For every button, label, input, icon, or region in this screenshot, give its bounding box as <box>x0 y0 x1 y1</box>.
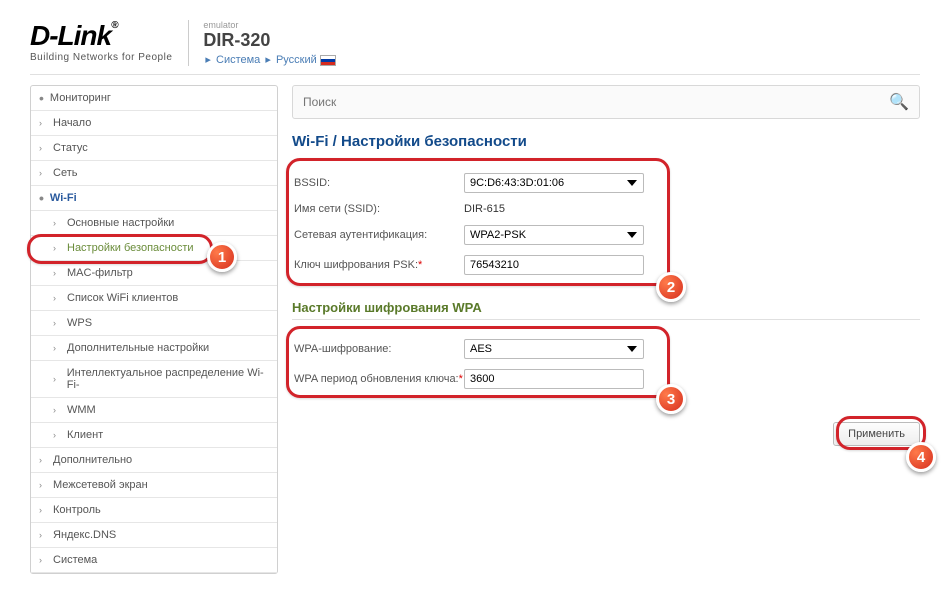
chevron-icon: › <box>39 505 47 515</box>
header: D-Link® Building Networks for People emu… <box>30 20 920 75</box>
page-title: Wi-Fi / Настройки безопасности <box>292 133 920 150</box>
ssid-value: DIR-615 <box>464 203 505 215</box>
bssid-select[interactable]: 9C:D6:43:3D:01:06 <box>464 173 644 193</box>
bullet-icon: • <box>39 93 44 103</box>
wpa-period-label: WPA период обновления ключа:* <box>294 373 464 385</box>
sidebar-item-label: Межсетевой экран <box>53 479 148 491</box>
sidebar-item-label: Система <box>53 554 97 566</box>
chevron-icon: › <box>39 455 47 465</box>
sidebar-item-label: Дополнительные настройки <box>67 342 209 354</box>
annotation-badge-4: 4 <box>906 442 936 472</box>
wpa-section-title: Настройки шифрования WPA <box>292 300 920 320</box>
search-input[interactable] <box>303 95 889 109</box>
chevron-icon: › <box>39 555 47 565</box>
chevron-icon: › <box>53 374 61 384</box>
sidebar-item-label: Контроль <box>53 504 101 516</box>
sidebar: • Мониторинг › Начало › Статус › Сеть • Wi-Fi… <box>30 85 278 574</box>
sidebar-item-wifi-clients[interactable]: › Список WiFi клиентов <box>31 286 277 311</box>
sidebar-item-advanced-settings[interactable]: › Дополнительные настройки <box>31 336 277 361</box>
sidebar-item-client[interactable]: › Клиент <box>31 423 277 448</box>
sidebar-item-label: Wi-Fi <box>50 192 77 204</box>
sidebar-item-mac-filter[interactable]: › MAC-фильтр <box>31 261 277 286</box>
sidebar-item-label: Список WiFi клиентов <box>67 292 178 304</box>
sidebar-item-label: Интеллектуальное распределение Wi-Fi- <box>67 367 269 391</box>
sidebar-item-system[interactable]: › Система <box>31 548 277 573</box>
apply-button[interactable]: Применить <box>833 422 920 446</box>
header-links: ▸ Система ▸ Русский <box>203 53 335 66</box>
sidebar-item-start[interactable]: › Начало <box>31 111 277 136</box>
sidebar-item-basic-settings[interactable]: › Основные настройки <box>31 211 277 236</box>
chevron-icon: › <box>53 318 61 328</box>
chevron-icon: › <box>53 343 61 353</box>
chevron-icon: › <box>39 143 47 153</box>
button-row: Применить 4 <box>292 422 920 446</box>
sidebar-item-monitoring[interactable]: • Мониторинг <box>31 86 277 111</box>
sidebar-item-label: MAC-фильтр <box>67 267 133 279</box>
sidebar-item-control[interactable]: › Контроль <box>31 498 277 523</box>
search-bar: 🔍 <box>292 85 920 119</box>
auth-select[interactable]: WPA2-PSK <box>464 225 644 245</box>
wpa-enc-label: WPA-шифрование: <box>294 343 464 355</box>
sidebar-item-network[interactable]: › Сеть <box>31 161 277 186</box>
chevron-icon: › <box>39 530 47 540</box>
sidebar-item-label: Сеть <box>53 167 77 179</box>
model-label: DIR-320 <box>203 30 335 51</box>
sidebar-item-label: Настройки безопасности <box>67 242 194 254</box>
sidebar-item-label: Начало <box>53 117 91 129</box>
chevron-icon: › <box>53 243 61 253</box>
logo-tagline: Building Networks for People <box>30 52 172 63</box>
chevron-icon: ▸ <box>205 54 211 66</box>
chevron-icon: › <box>53 405 61 415</box>
chevron-icon: › <box>39 480 47 490</box>
sidebar-item-label: Дополнительно <box>53 454 132 466</box>
logo: D-Link® Building Networks for People <box>30 20 172 63</box>
chevron-icon: › <box>53 268 61 278</box>
sidebar-item-label: Основные настройки <box>67 217 174 229</box>
sidebar-item-label: Клиент <box>67 429 103 441</box>
chevron-icon: › <box>53 293 61 303</box>
chevron-icon: › <box>53 218 61 228</box>
security-fields-group: BSSID: 9C:D6:43:3D:01:06 Имя сети (SSID)… <box>292 162 920 286</box>
psk-label: Ключ шифрования PSK:* <box>294 259 464 271</box>
sidebar-item-additional[interactable]: › Дополнительно <box>31 448 277 473</box>
sidebar-item-yandex-dns[interactable]: › Яндекс.DNS <box>31 523 277 548</box>
sidebar-item-smart-distribution[interactable]: › Интеллектуальное распределение Wi-Fi- <box>31 361 277 398</box>
link-language[interactable]: Русский <box>276 54 317 66</box>
sidebar-item-wifi[interactable]: • Wi-Fi <box>31 186 277 211</box>
logo-text: D-Link® <box>30 20 172 52</box>
chevron-icon: › <box>39 118 47 128</box>
link-system[interactable]: Система <box>216 54 260 66</box>
auth-label: Сетевая аутентификация: <box>294 229 464 241</box>
bssid-label: BSSID: <box>294 177 464 189</box>
wpa-enc-select[interactable]: AES <box>464 339 644 359</box>
sidebar-item-wmm[interactable]: › WMM <box>31 398 277 423</box>
sidebar-item-label: Яндекс.DNS <box>53 529 116 541</box>
search-icon[interactable]: 🔍 <box>889 92 909 112</box>
bullet-icon: • <box>39 193 44 203</box>
emulator-label: emulator <box>203 20 335 30</box>
chevron-icon: › <box>39 168 47 178</box>
sidebar-item-label: Мониторинг <box>50 92 111 104</box>
sidebar-item-label: Статус <box>53 142 88 154</box>
chevron-icon: › <box>53 430 61 440</box>
chevron-icon: ▸ <box>265 54 271 66</box>
sidebar-item-security-settings[interactable]: › Настройки безопасности <box>31 236 277 261</box>
sidebar-item-label: WMM <box>67 404 96 416</box>
flag-ru-icon <box>320 55 336 66</box>
main-panel: 🔍 Wi-Fi / Настройки безопасности BSSID: … <box>292 85 920 574</box>
sidebar-item-label: WPS <box>67 317 92 329</box>
ssid-label: Имя сети (SSID): <box>294 203 464 215</box>
wpa-period-input[interactable] <box>464 369 644 389</box>
psk-input[interactable] <box>464 255 644 275</box>
sidebar-item-firewall[interactable]: › Межсетевой экран <box>31 473 277 498</box>
header-info: emulator DIR-320 ▸ Система ▸ Русский <box>188 20 335 66</box>
wpa-fields-group: WPA-шифрование: AES WPA период обновлени… <box>292 330 920 398</box>
sidebar-item-status[interactable]: › Статус <box>31 136 277 161</box>
sidebar-item-wps[interactable]: › WPS <box>31 311 277 336</box>
